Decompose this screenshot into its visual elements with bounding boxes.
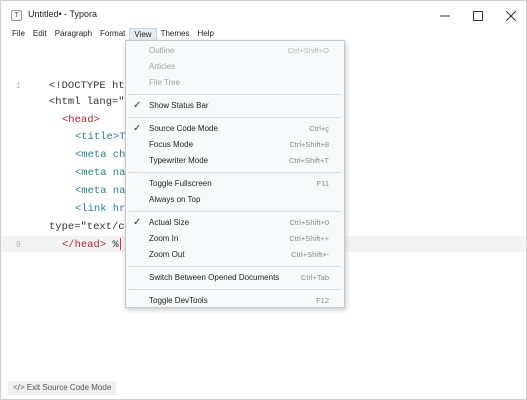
code-line: <title>T: [75, 131, 126, 143]
close-button[interactable]: [493, 1, 526, 31]
text-cursor: [119, 238, 121, 251]
menu-edit[interactable]: Edit: [29, 28, 51, 41]
menu-separator: [129, 117, 341, 118]
view-menu-item-outline: Outline Ctrl+Shift+O: [126, 43, 344, 59]
menu-item-label: Toggle Fullscreen: [149, 179, 212, 188]
view-menu-item-actual-size[interactable]: ✓ Actual Size Ctrl+Shift+0: [126, 215, 344, 231]
menu-item-label: Toggle DevTools: [149, 296, 208, 305]
view-menu-item-toggle-devtools[interactable]: Toggle DevTools F12: [126, 293, 344, 309]
menu-item-shortcut: Ctrl+Shift+T: [288, 156, 329, 165]
menu-item-label: Actual Size: [149, 218, 190, 227]
view-menu-item-switch-between-opened-documents[interactable]: Switch Between Opened Documents Ctrl+Tab: [126, 270, 344, 286]
menu-item-label: File Tree: [149, 78, 181, 87]
menu-item-shortcut: Ctrl+Shift++: [289, 234, 329, 243]
menu-item-shortcut: Ctrl+Shift+-: [291, 250, 329, 259]
menu-separator: [129, 211, 341, 212]
checkmark-icon: ✓: [133, 100, 142, 111]
menu-item-shortcut: F12: [316, 296, 329, 305]
status-bar: </> Exit Source Code Mode: [1, 377, 526, 399]
menu-file[interactable]: File: [8, 28, 29, 41]
menu-paragraph[interactable]: Paragraph: [51, 28, 96, 41]
minimize-icon: [440, 15, 450, 17]
menu-item-label: Always on Top: [149, 195, 201, 204]
menu-item-label: Show Status Bar: [149, 101, 209, 110]
code-line: type="text/c: [49, 221, 125, 233]
view-menu-item-focus-mode[interactable]: Focus Mode Ctrl+Shift+8: [126, 137, 344, 153]
code-line: <head>: [62, 114, 100, 126]
exit-source-code-mode-button[interactable]: </> Exit Source Code Mode: [8, 381, 117, 395]
view-menu-item-file-tree: File Tree: [126, 75, 344, 91]
line-number: 1: [16, 81, 21, 90]
menu-item-label: Source Code Mode: [149, 124, 218, 133]
code-line: </head> %: [62, 238, 121, 251]
menu-item-label: Outline: [149, 46, 175, 55]
menu-item-shortcut: Ctrl+ç: [309, 124, 329, 133]
view-menu-item-always-on-top[interactable]: Always on Top: [126, 192, 344, 208]
menu-item-label: Switch Between Opened Documents: [149, 273, 280, 282]
view-menu-item-source-code-mode[interactable]: ✓ Source Code Mode Ctrl+ç: [126, 121, 344, 137]
typora-window: T Untitled• - Typora File Edit Paragraph Fo…: [0, 0, 527, 400]
view-menu-item-show-status-bar[interactable]: ✓ Show Status Bar: [126, 98, 344, 114]
minimize-button[interactable]: [427, 1, 463, 31]
menu-separator: [129, 289, 341, 290]
menu-item-shortcut: Ctrl+Shift+O: [287, 46, 329, 55]
menu-item-label: Articles: [149, 62, 176, 71]
view-menu-item-zoom-in[interactable]: Zoom In Ctrl+Shift++: [126, 231, 344, 247]
menu-item-shortcut: Ctrl+Shift+8: [289, 140, 329, 149]
menu-item-label: Zoom In: [149, 234, 179, 243]
menu-item-shortcut: Ctrl+Tab: [300, 273, 329, 282]
checkmark-icon: ✓: [133, 217, 142, 228]
menu-item-shortcut: F11: [316, 179, 329, 188]
menu-separator: [129, 266, 341, 267]
window-title: Untitled• - Typora: [28, 9, 98, 19]
view-menu-item-toggle-fullscreen[interactable]: Toggle Fullscreen F11: [126, 176, 344, 192]
code-line: <meta ch: [75, 149, 126, 161]
line-number: 9: [16, 240, 21, 249]
view-menu-item-zoom-out[interactable]: Zoom Out Ctrl+Shift+-: [126, 247, 344, 263]
menu-separator: [129, 94, 341, 95]
typora-app-icon: T: [11, 10, 22, 21]
view-menu-dropdown: Outline Ctrl+Shift+O Articles File Tree ✓ Sho…: [125, 40, 345, 308]
title-bar: T Untitled• - Typora: [1, 1, 526, 31]
menu-item-label: Typewriter Mode: [149, 156, 209, 165]
menu-item-label: Focus Mode: [149, 140, 194, 149]
view-menu-item-typewriter-mode[interactable]: Typewriter Mode Ctrl+Shift+T: [126, 153, 344, 169]
menu-item-shortcut: Ctrl+Shift+0: [289, 218, 329, 227]
maximize-button[interactable]: [460, 1, 496, 31]
code-line: <!DOCTYPE htm: [49, 80, 131, 92]
menu-separator: [129, 172, 341, 173]
maximize-icon: [473, 11, 483, 21]
view-menu-item-articles: Articles: [126, 59, 344, 75]
menu-item-label: Zoom Out: [149, 250, 185, 259]
close-icon: [506, 11, 516, 21]
checkmark-icon: ✓: [133, 123, 142, 134]
